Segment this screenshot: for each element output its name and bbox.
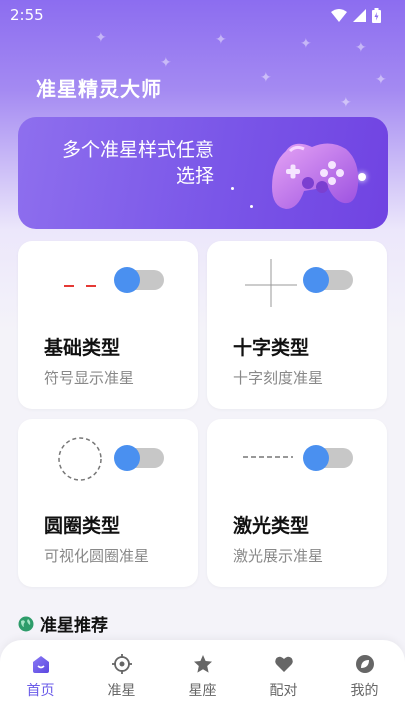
banner-text: 多个准星样式任意选择 — [61, 139, 214, 187]
crosshair-icon — [111, 654, 132, 674]
star-icon — [193, 655, 212, 673]
globe-icon — [18, 616, 34, 631]
status-bar: 2:55 — [0, 0, 405, 30]
tab-pairing[interactable]: 配对 — [243, 654, 324, 700]
profile-icon — [355, 655, 374, 673]
bottom-tab-bar: 首页 准星 星座 配对 我的 — [0, 640, 405, 720]
cross-crosshair-preview — [245, 259, 297, 307]
basic-crosshair-preview — [64, 285, 96, 287]
star-icon: ✦ — [160, 55, 172, 71]
card-subtitle: 可视化圆圈准星 — [44, 547, 150, 565]
star-icon: ✦ — [300, 36, 312, 52]
card-subtitle: 符号显示准星 — [44, 369, 135, 387]
toggle-knob — [114, 445, 140, 471]
tab-label: 配对 — [269, 683, 298, 699]
sparkle-dot — [250, 205, 253, 208]
cross-type-toggle[interactable] — [303, 267, 353, 293]
card-laser-type[interactable]: 激光类型 激光展示准星 — [207, 419, 387, 587]
tab-crosshair[interactable]: 准星 — [81, 654, 162, 700]
card-title: 激光类型 — [233, 515, 310, 537]
card-title: 圆圈类型 — [44, 515, 121, 537]
circle-crosshair-preview — [58, 437, 102, 481]
tab-label: 星座 — [188, 683, 217, 699]
tab-label: 我的 — [350, 683, 379, 699]
battery-icon — [372, 8, 381, 23]
basic-type-toggle[interactable] — [114, 267, 164, 293]
card-title: 十字类型 — [233, 337, 310, 359]
section-title: 准星推荐 — [40, 616, 108, 636]
star-icon: ✦ — [340, 95, 352, 111]
star-icon: ✦ — [355, 40, 367, 56]
toggle-knob — [114, 267, 140, 293]
card-subtitle: 激光展示准星 — [233, 547, 324, 565]
app-title: 准星精灵大师 — [36, 77, 162, 101]
star-icon: ✦ — [95, 30, 107, 46]
status-time: 2:55 — [10, 6, 44, 24]
toggle-knob — [303, 267, 329, 293]
signal-icon — [353, 9, 366, 22]
heart-icon — [274, 656, 293, 672]
star-icon: ✦ — [215, 32, 227, 48]
gamepad-icon — [272, 143, 359, 209]
section-header: 准星推荐 — [18, 611, 108, 636]
card-cross-type[interactable]: 十字类型 十字刻度准星 — [207, 241, 387, 409]
card-basic-type[interactable]: 基础类型 符号显示准星 — [18, 241, 198, 409]
circle-type-toggle[interactable] — [114, 445, 164, 471]
wifi-icon — [331, 9, 347, 22]
tab-home[interactable]: 首页 — [0, 654, 81, 700]
tab-constellation[interactable]: 星座 — [162, 654, 243, 700]
card-circle-type[interactable]: 圆圈类型 可视化圆圈准星 — [18, 419, 198, 587]
star-icon: ✦ — [260, 70, 272, 86]
promo-banner[interactable]: 多个准星样式任意选择 — [18, 117, 388, 229]
tab-label: 准星 — [107, 683, 136, 699]
laser-crosshair-preview — [243, 456, 293, 458]
card-subtitle: 十字刻度准星 — [233, 369, 324, 387]
laser-type-toggle[interactable] — [303, 445, 353, 471]
star-icon: ✦ — [375, 72, 387, 88]
sparkle-dot — [231, 187, 234, 190]
tab-profile[interactable]: 我的 — [324, 654, 405, 700]
home-icon — [32, 656, 49, 673]
toggle-knob — [303, 445, 329, 471]
status-icons — [331, 8, 381, 23]
tab-label: 首页 — [26, 683, 55, 699]
card-title: 基础类型 — [44, 337, 121, 359]
